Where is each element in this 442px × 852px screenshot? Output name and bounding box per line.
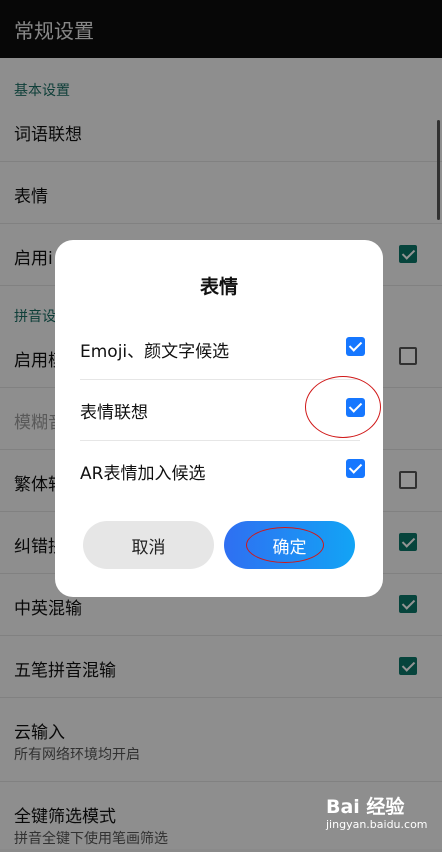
watermark-url: jingyan.baidu.com xyxy=(326,818,428,831)
option-label: AR表情加入候选 xyxy=(80,464,206,484)
dialog-title: 表情 xyxy=(199,276,238,298)
option-label: Emoji、颜文字候选 xyxy=(80,342,230,362)
checkbox[interactable] xyxy=(346,459,365,478)
emoji-dialog: 表情 Emoji、颜文字候选 表情联想 AR表情加入候选 取消 确定 xyxy=(55,240,383,597)
checkbox[interactable] xyxy=(346,337,365,356)
cancel-button[interactable]: 取消 xyxy=(83,521,214,569)
annotation-circle-ok xyxy=(246,527,324,563)
option-emoji-candidates[interactable]: Emoji、颜文字候选 xyxy=(80,319,365,379)
option-label: 表情联想 xyxy=(80,403,148,423)
option-ar-emoji[interactable]: AR表情加入候选 xyxy=(80,441,365,501)
annotation-circle-checkbox xyxy=(305,376,381,438)
baidu-jingyan-watermark: Bai 经验 jingyan.baidu.com xyxy=(320,790,435,840)
watermark-logo: Bai 经验 xyxy=(326,796,405,818)
cancel-button-label: 取消 xyxy=(131,537,166,558)
